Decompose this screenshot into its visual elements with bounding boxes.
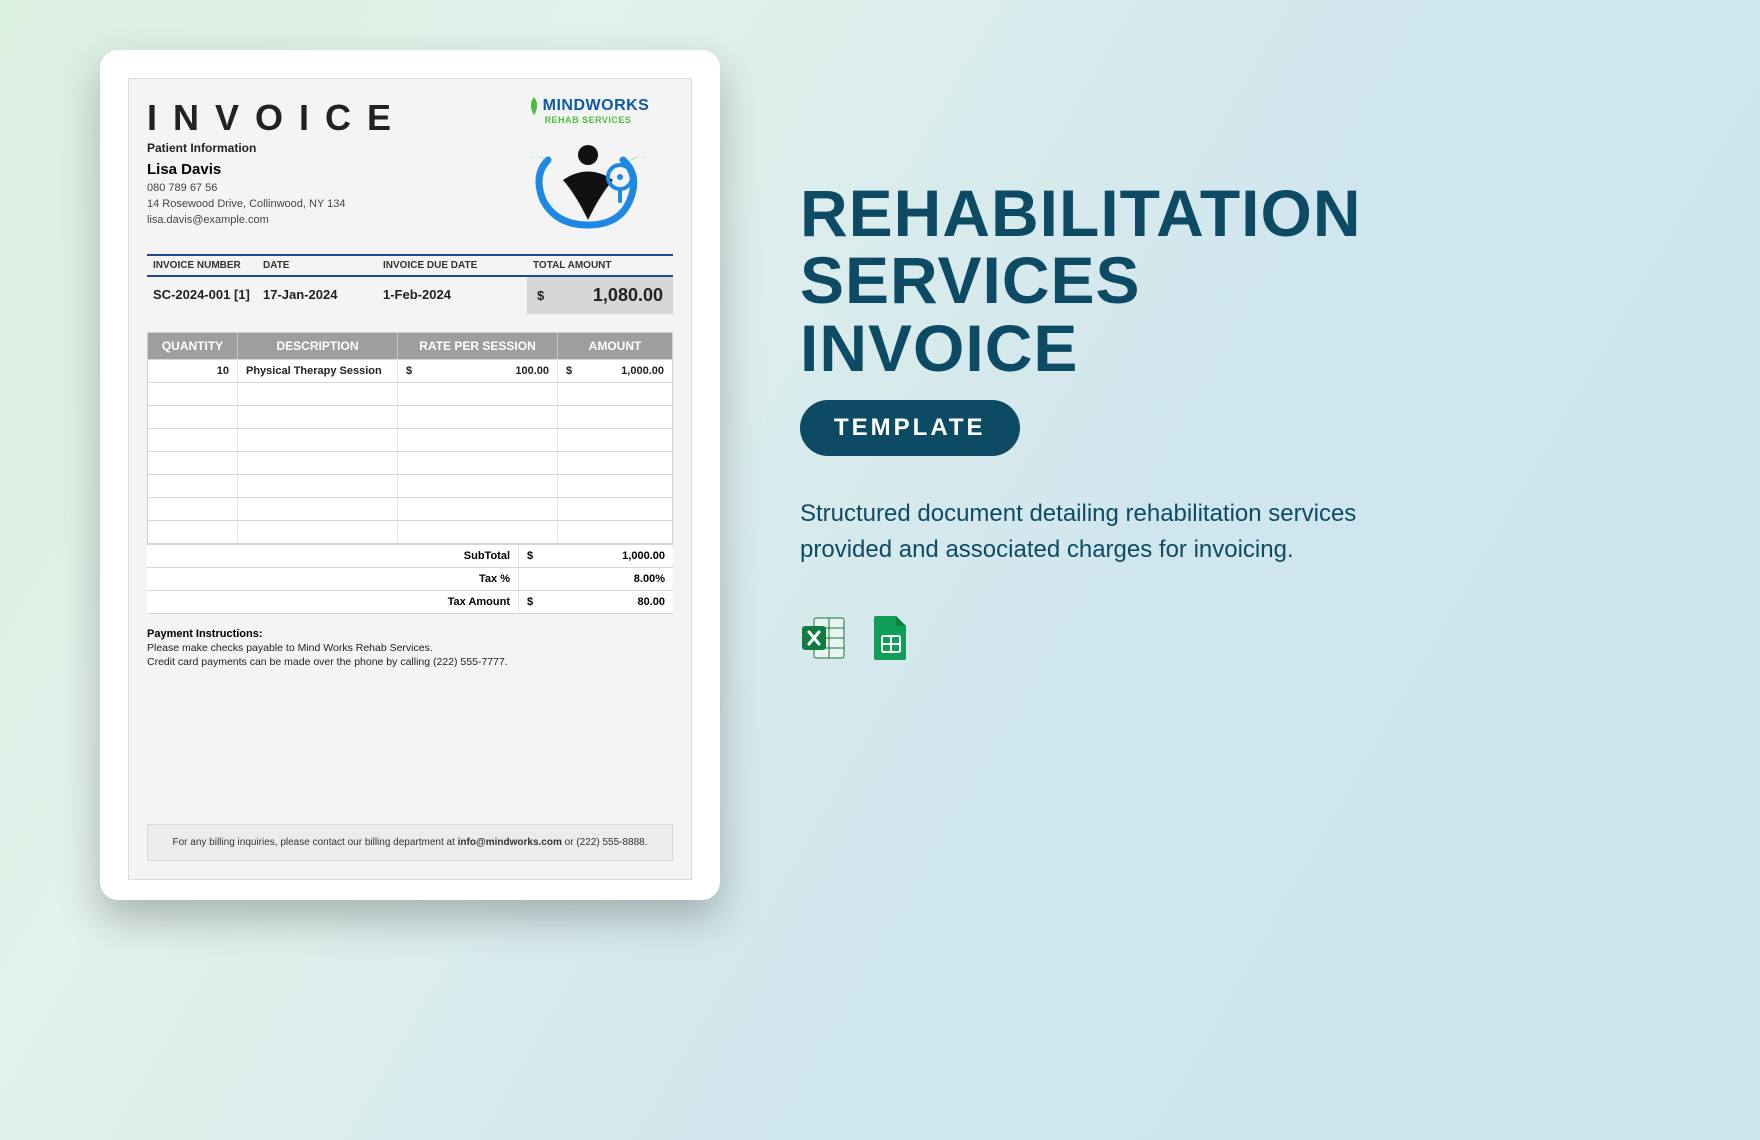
val-due-date: 1-Feb-2024 [377, 277, 527, 314]
patient-info-heading: Patient Information [147, 141, 407, 155]
table-row [148, 428, 672, 451]
col-rate: RATE PER SESSION [398, 333, 558, 359]
total-value: 1,080.00 [593, 285, 663, 306]
table-row [148, 382, 672, 405]
table-row [148, 520, 672, 543]
hdr-invoice-number: INVOICE NUMBER [147, 256, 257, 275]
col-amount: AMOUNT [558, 333, 672, 359]
invoice-title: INVOICE [147, 97, 407, 139]
promo-description: Structured document detailing rehabilita… [800, 496, 1400, 568]
summary-subtotal: SubTotal $1,000.00 [147, 544, 673, 567]
logo-figure-icon [528, 125, 648, 235]
cell-desc: Physical Therapy Session [238, 360, 398, 382]
format-icons [800, 614, 1560, 662]
cell-amount: $1,000.00 [558, 360, 672, 382]
val-date: 17-Jan-2024 [257, 277, 377, 314]
patient-phone: 080 789 67 56 [147, 182, 407, 194]
hdr-total-amount: TOTAL AMOUNT [527, 256, 673, 275]
payment-line1: Please make checks payable to Mind Works… [147, 642, 673, 654]
total-currency-symbol: $ [537, 288, 544, 303]
meta-value-row: SC-2024-001 [1] 17-Jan-2024 1-Feb-2024 $… [147, 277, 673, 314]
col-qty: QUANTITY [148, 333, 238, 359]
line-items-table: QUANTITY DESCRIPTION RATE PER SESSION AM… [147, 332, 673, 544]
meta-header-row: INVOICE NUMBER DATE INVOICE DUE DATE TOT… [147, 254, 673, 277]
payment-line2: Credit card payments can be made over th… [147, 656, 673, 668]
table-row [148, 451, 672, 474]
table-row [148, 497, 672, 520]
patient-name: Lisa Davis [147, 161, 407, 178]
summary-tax-pct: Tax % 8.00% [147, 567, 673, 590]
cell-rate: $100.00 [398, 360, 558, 382]
logo-text-main: MINDWORKS [543, 97, 650, 115]
company-logo: MINDWORKS REHAB SERVICES [503, 97, 673, 240]
table-row [148, 405, 672, 428]
val-invoice-number: SC-2024-001 [1] [147, 277, 257, 314]
hdr-due-date: INVOICE DUE DATE [377, 256, 527, 275]
google-sheets-icon[interactable] [866, 614, 914, 662]
table-row: 10 Physical Therapy Session $100.00 $1,0… [148, 359, 672, 382]
invoice-preview-card: INVOICE Patient Information Lisa Davis 0… [100, 50, 720, 900]
promo-panel: REHABILITATION SERVICES INVOICE TEMPLATE… [800, 180, 1560, 662]
payment-instructions-heading: Payment Instructions: [147, 628, 673, 640]
table-header-row: QUANTITY DESCRIPTION RATE PER SESSION AM… [148, 333, 672, 359]
template-badge: TEMPLATE [800, 400, 1020, 456]
patient-address: 14 Rosewood Drive, Collinwood, NY 134 [147, 198, 407, 210]
summary-tax-amount: Tax Amount $80.00 [147, 590, 673, 614]
footer-contact: For any billing inquiries, please contac… [147, 824, 673, 861]
promo-title: REHABILITATION SERVICES INVOICE [800, 180, 1560, 382]
table-row [148, 474, 672, 497]
col-desc: DESCRIPTION [238, 333, 398, 359]
hdr-date: DATE [257, 256, 377, 275]
invoice-sheet: INVOICE Patient Information Lisa Davis 0… [128, 78, 692, 880]
patient-email: lisa.davis@example.com [147, 214, 407, 226]
val-total-amount: $ 1,080.00 [527, 277, 673, 314]
cell-qty: 10 [148, 360, 238, 382]
logo-text-sub: REHAB SERVICES [503, 115, 673, 125]
excel-icon[interactable] [800, 614, 848, 662]
leaf-icon [527, 97, 541, 115]
summary-section: SubTotal $1,000.00 Tax % 8.00% Tax Amoun… [147, 544, 673, 614]
